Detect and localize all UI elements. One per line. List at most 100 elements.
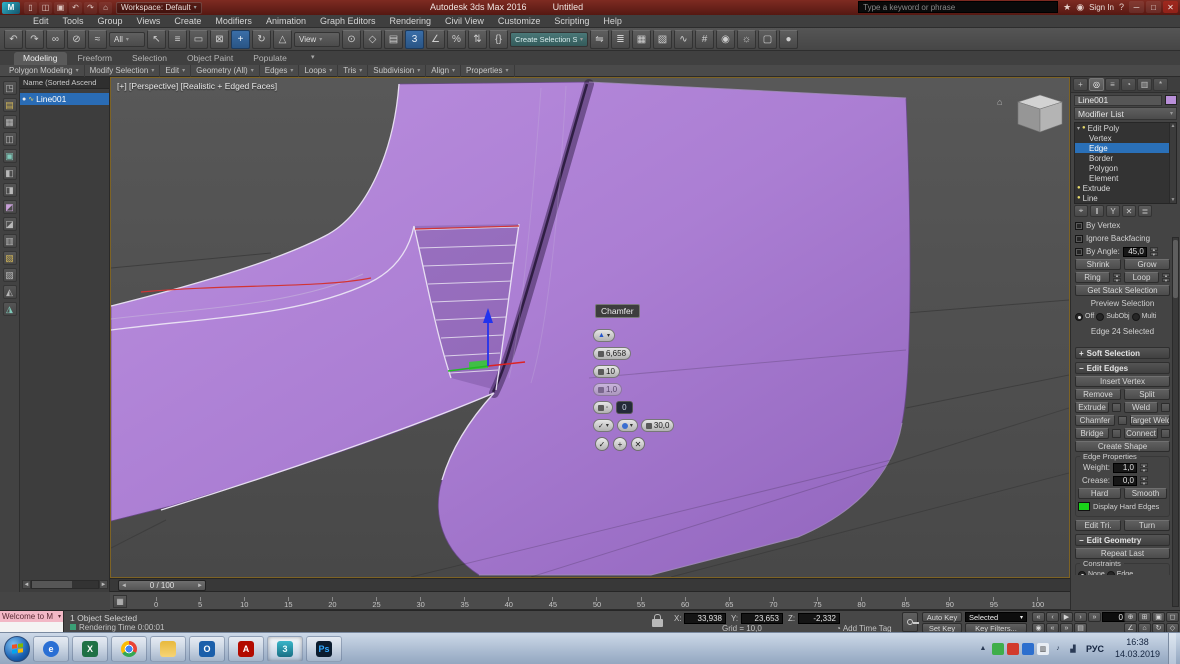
workspace-dropdown[interactable]: Workspace: Default ▾: [116, 1, 202, 14]
command-panel-scrollbar[interactable]: [1172, 237, 1179, 607]
search-input[interactable]: [858, 1, 1059, 13]
explorer-tool-icon[interactable]: ◧: [2, 166, 17, 180]
ignore-backfacing-checkbox[interactable]: [1075, 234, 1083, 243]
save-file-icon[interactable]: ▣: [54, 1, 67, 14]
mini-curve-editor-icon[interactable]: ▦: [113, 595, 127, 608]
explorer-tool-icon[interactable]: ▤: [2, 98, 17, 112]
ribbon-panel-item[interactable]: Modify Selection ▾: [85, 64, 161, 77]
object-name-field[interactable]: Line001: [1074, 94, 1162, 106]
scroll-down-icon[interactable]: ▼: [1171, 197, 1176, 203]
ring-button[interactable]: Ring: [1075, 272, 1110, 283]
stack-item-border[interactable]: Border: [1075, 153, 1176, 163]
ribbon-tab[interactable]: Selection: [123, 52, 176, 65]
tab-utilities-icon[interactable]: *: [1153, 78, 1168, 91]
tab-motion-icon[interactable]: ◔: [1121, 78, 1136, 91]
spinner-snap-icon[interactable]: ⇅: [468, 29, 487, 49]
zoom-extents-icon[interactable]: ▣: [1152, 612, 1165, 622]
select-object-icon[interactable]: ↖: [147, 29, 166, 49]
select-and-link-icon[interactable]: ∞: [46, 29, 65, 49]
tab-display-icon[interactable]: ▥: [1137, 78, 1152, 91]
chamfer-type-dropdown[interactable]: ▲ ▾: [593, 329, 615, 342]
language-indicator[interactable]: РУС: [1083, 644, 1107, 654]
shrink-button[interactable]: Shrink: [1075, 259, 1121, 270]
explorer-tool-icon[interactable]: ▣: [2, 149, 17, 163]
selection-filter-dropdown[interactable]: All ▾: [109, 31, 145, 47]
selection-set-dropdown[interactable]: Selected ▾: [965, 612, 1027, 622]
menu-item[interactable]: Rendering: [383, 15, 439, 28]
explorer-tool-icon[interactable]: ▦: [2, 115, 17, 129]
listener-macro-line[interactable]: Welcome to M ▾: [0, 611, 63, 622]
stack-item-extrude[interactable]: ● Extrude: [1075, 183, 1176, 193]
edit-edges-rollout-header[interactable]: − Edit Edges: [1075, 362, 1170, 374]
scroll-thumb[interactable]: [32, 581, 72, 588]
scene-object-row[interactable]: ● ∿ Line001: [20, 93, 109, 105]
explorer-tool-icon[interactable]: ◫: [2, 132, 17, 146]
ribbon-tab[interactable]: Object Paint: [178, 52, 242, 65]
project-folder-icon[interactable]: ⌂: [99, 1, 112, 14]
bridge-button[interactable]: Bridge: [1075, 428, 1109, 439]
taskbar-app-3dsmax[interactable]: 3: [267, 635, 303, 662]
rectangular-selection-icon[interactable]: ▭: [189, 29, 208, 49]
show-desktop-button[interactable]: [1168, 632, 1176, 664]
menu-item[interactable]: Civil View: [438, 15, 491, 28]
expand-icon[interactable]: ▾: [1077, 125, 1080, 132]
explorer-tool-icon[interactable]: ◭: [2, 285, 17, 299]
taskbar-app-acrobat[interactable]: A: [228, 635, 264, 662]
zoom-extents-all-icon[interactable]: ◻: [1166, 612, 1179, 622]
explorer-sort-header[interactable]: Name (Sorted Ascend: [20, 77, 109, 89]
tray-volume-icon[interactable]: ♪: [1052, 643, 1064, 655]
new-scene-icon[interactable]: ▯: [24, 1, 37, 14]
taskbar-app-chrome[interactable]: [111, 635, 147, 662]
redo-quick-icon[interactable]: ↷: [84, 1, 97, 14]
use-pivot-center-icon[interactable]: ⊙: [342, 29, 361, 49]
menu-item[interactable]: Edit: [26, 15, 56, 28]
visibility-bulb-icon[interactable]: ●: [1077, 185, 1081, 191]
angle-snap-icon[interactable]: ∠: [426, 29, 445, 49]
undo-quick-icon[interactable]: ↶: [69, 1, 82, 14]
create-shape-button[interactable]: Create Shape: [1075, 441, 1170, 452]
connect-button[interactable]: Connect: [1124, 428, 1158, 439]
maxscript-mini-listener[interactable]: Welcome to M ▾: [0, 611, 64, 633]
hard-edge-color-swatch[interactable]: [1078, 502, 1090, 511]
current-frame-field[interactable]: 0: [1102, 612, 1126, 622]
visibility-dot-icon[interactable]: ●: [22, 96, 26, 103]
render-setup-icon[interactable]: ☼: [737, 29, 756, 49]
frame-back-icon[interactable]: ◄: [121, 583, 127, 589]
z-coordinate-field[interactable]: -2,332: [798, 613, 840, 624]
object-color-swatch[interactable]: [1165, 95, 1177, 105]
loop-spinner[interactable]: ▲ ▼: [1162, 273, 1170, 283]
stack-item-edge[interactable]: Edge ▪: [1075, 143, 1176, 153]
scroll-up-icon[interactable]: ▲: [1171, 123, 1176, 129]
help-icon[interactable]: ?: [1119, 2, 1124, 12]
visibility-bulb-icon[interactable]: ●: [1077, 195, 1081, 201]
get-stack-selection-button[interactable]: Get Stack Selection: [1075, 285, 1170, 296]
explorer-tool-icon[interactable]: ◪: [2, 217, 17, 231]
go-to-start-icon[interactable]: «: [1032, 612, 1045, 622]
explorer-hscrollbar[interactable]: ◄ ►: [22, 580, 108, 589]
tray-icon[interactable]: [991, 642, 1004, 655]
make-unique-icon[interactable]: Y: [1106, 205, 1120, 217]
loop-button[interactable]: Loop: [1124, 272, 1159, 283]
weight-value[interactable]: 1,0: [1113, 462, 1137, 473]
previous-frame-icon[interactable]: ‹: [1046, 612, 1059, 622]
schematic-view-icon[interactable]: #: [695, 29, 714, 49]
caddy-cancel-button[interactable]: ✕: [631, 437, 645, 451]
caddy-ok-button[interactable]: ✓: [595, 437, 609, 451]
taskbar-app-outlook[interactable]: O: [189, 635, 225, 662]
by-vertex-checkbox[interactable]: [1075, 221, 1083, 230]
crease-spinner[interactable]: ▲ ▼: [1140, 476, 1148, 486]
chamfer-segments-field[interactable]: 10: [593, 365, 620, 378]
edit-tri-button[interactable]: Edit Tri.: [1075, 520, 1121, 531]
hard-button[interactable]: Hard: [1078, 488, 1121, 499]
preview-multi-radio[interactable]: [1131, 312, 1140, 321]
menu-item[interactable]: Modifiers: [208, 15, 259, 28]
undo-icon[interactable]: ↶: [4, 29, 23, 49]
chamfer-amount-field[interactable]: 6,658: [593, 347, 632, 360]
remove-modifier-icon[interactable]: ✕: [1122, 205, 1136, 217]
explorer-tool-icon[interactable]: ▨: [2, 268, 17, 282]
menu-item[interactable]: Views: [130, 15, 168, 28]
explorer-tool-icon[interactable]: ◩: [2, 200, 17, 214]
chamfer-button[interactable]: Chamfer: [1075, 415, 1115, 426]
scroll-thumb[interactable]: [1173, 240, 1178, 298]
stack-item-element[interactable]: Element: [1075, 173, 1176, 183]
